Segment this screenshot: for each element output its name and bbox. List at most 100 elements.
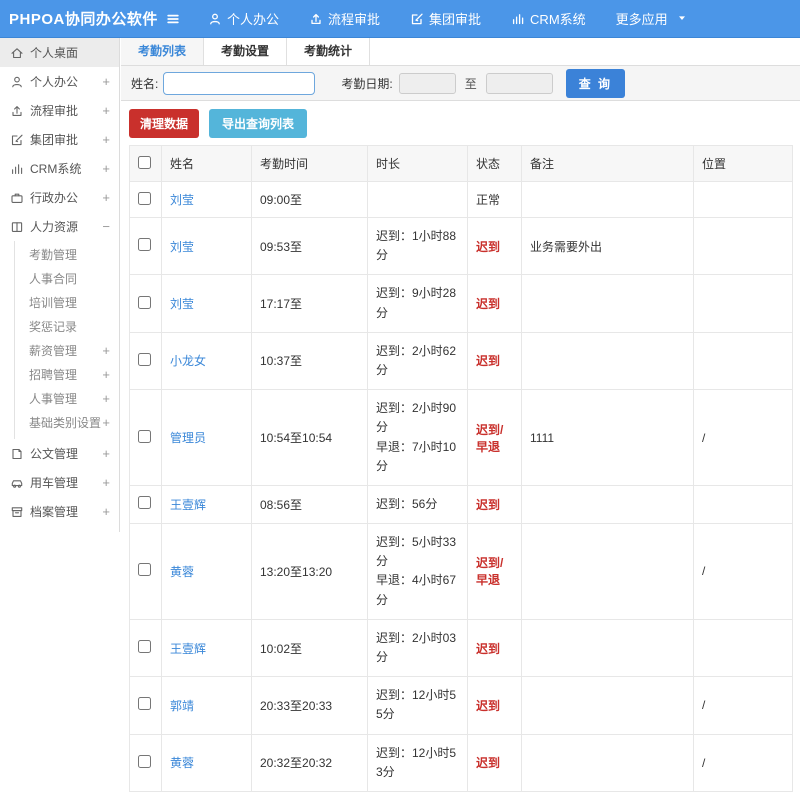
sidebar-subitem[interactable]: 人事合同: [15, 267, 119, 291]
select-all-checkbox[interactable]: [138, 156, 151, 169]
chart-icon: [10, 162, 24, 176]
sidebar-subitem[interactable]: 奖惩记录: [15, 315, 119, 339]
employee-name-link[interactable]: 黄蓉: [170, 565, 194, 579]
employee-name-link[interactable]: 小龙女: [170, 354, 206, 368]
sidebar-item[interactable]: 人力资源−: [0, 212, 119, 241]
sidebar-item[interactable]: 集团审批+: [0, 125, 119, 154]
remark-cell: [522, 275, 694, 332]
remark-cell: [522, 677, 694, 734]
row-checkbox[interactable]: [138, 296, 151, 309]
sidebar-item[interactable]: 行政办公+: [0, 183, 119, 212]
sidebar-item[interactable]: 用车管理+: [0, 468, 119, 497]
location-cell: /: [694, 734, 793, 791]
sidebar-item[interactable]: 档案管理+: [0, 497, 119, 526]
expand-plus-icon: +: [102, 504, 110, 519]
sidebar-subitem[interactable]: 培训管理: [15, 291, 119, 315]
sidebar-subitem[interactable]: 招聘管理+: [15, 363, 119, 387]
topnav-item[interactable]: CRM系统: [511, 9, 586, 28]
attendance-table: 姓名考勤时间时长状态备注位置 刘莹09:00至正常刘莹09:53至迟到：1小时8…: [129, 145, 793, 792]
tab-item[interactable]: 考勤统计: [287, 38, 370, 65]
employee-name-link[interactable]: 王壹辉: [170, 642, 206, 656]
name-filter-input[interactable]: [163, 72, 315, 95]
sidebar-item[interactable]: 项目管理+: [0, 526, 119, 532]
location-cell: /: [694, 390, 793, 486]
name-cell: 郭靖: [162, 677, 252, 734]
sidebar-subitem[interactable]: 人事管理+: [15, 387, 119, 411]
column-header: 状态: [468, 146, 522, 182]
row-checkbox[interactable]: [138, 697, 151, 710]
duration-cell: 迟到：2小时90分早退：7小时10分: [368, 390, 468, 486]
sidebar-item[interactable]: 个人桌面: [0, 38, 119, 67]
sidebar-subitem[interactable]: 薪资管理+: [15, 339, 119, 363]
expand-plus-icon: +: [102, 411, 110, 435]
name-cell: 王壹辉: [162, 485, 252, 523]
topnav-item[interactable]: 流程审批: [309, 9, 380, 28]
sidebar-item[interactable]: CRM系统+: [0, 154, 119, 183]
row-checkbox[interactable]: [138, 353, 151, 366]
caret-down-icon: [677, 11, 687, 26]
sidebar-subitem[interactable]: 考勤管理: [15, 243, 119, 267]
row-checkbox-cell: [130, 275, 162, 332]
employee-name-link[interactable]: 郭靖: [170, 699, 194, 713]
row-checkbox[interactable]: [138, 430, 151, 443]
employee-name-link[interactable]: 刘莹: [170, 297, 194, 311]
employee-name-link[interactable]: 王壹辉: [170, 498, 206, 512]
filter-bar: 姓名: 考勤日期: 至 查 询: [121, 66, 800, 101]
sidebar-subitem-label: 培训管理: [29, 296, 77, 310]
sidebar-subitem-label: 考勤管理: [29, 248, 77, 262]
sidebar-subitem[interactable]: 基础类别设置+: [15, 411, 119, 435]
employee-name-link[interactable]: 刘莹: [170, 240, 194, 254]
row-checkbox[interactable]: [138, 640, 151, 653]
query-button[interactable]: 查 询: [566, 69, 625, 98]
sidebar-item[interactable]: 公文管理+: [0, 439, 119, 468]
name-filter-label: 姓名:: [131, 75, 158, 92]
date-to-input[interactable]: [486, 73, 553, 94]
topnav-item-label: 个人办公: [227, 9, 279, 28]
employee-name-link[interactable]: 黄蓉: [170, 756, 194, 770]
expand-plus-icon: +: [102, 339, 110, 363]
table-header: 姓名考勤时间时长状态备注位置: [130, 146, 793, 182]
user-icon: [10, 75, 24, 89]
action-buttons: 清理数据 导出查询列表: [121, 101, 800, 145]
row-checkbox[interactable]: [138, 192, 151, 205]
table-row: 刘莹09:00至正常: [130, 182, 793, 218]
row-checkbox[interactable]: [138, 496, 151, 509]
row-checkbox[interactable]: [138, 563, 151, 576]
expand-plus-icon: +: [102, 132, 110, 147]
sidebar-item-label: 人力资源: [30, 218, 78, 235]
date-from-input[interactable]: [399, 73, 456, 94]
row-checkbox-cell: [130, 218, 162, 275]
clean-data-button[interactable]: 清理数据: [129, 109, 199, 138]
expand-plus-icon: +: [102, 103, 110, 118]
column-header: 位置: [694, 146, 793, 182]
status-cell: 迟到: [468, 734, 522, 791]
name-cell: 管理员: [162, 390, 252, 486]
remark-cell: [522, 332, 694, 389]
export-list-button[interactable]: 导出查询列表: [209, 109, 307, 138]
row-checkbox[interactable]: [138, 238, 151, 251]
duration-line: 迟到：12小时53分: [376, 744, 459, 782]
name-cell: 黄蓉: [162, 524, 252, 620]
tab-item[interactable]: 考勤设置: [204, 38, 287, 65]
sidebar-item[interactable]: 流程审批+: [0, 96, 119, 125]
menu-icon[interactable]: [160, 6, 186, 32]
topnav-item[interactable]: 集团审批: [410, 9, 481, 28]
sidebar-submenu: 考勤管理人事合同培训管理奖惩记录薪资管理+招聘管理+人事管理+基础类别设置+: [14, 241, 119, 439]
expand-plus-icon: +: [102, 363, 110, 387]
tab-active[interactable]: 考勤列表: [121, 38, 204, 65]
row-checkbox[interactable]: [138, 755, 151, 768]
topnav-item[interactable]: 更多应用: [616, 9, 687, 28]
sidebar-item[interactable]: 个人办公+: [0, 67, 119, 96]
employee-name-link[interactable]: 刘莹: [170, 193, 194, 207]
topnav-item[interactable]: 个人办公: [208, 9, 279, 28]
top-header: PHPOA协同办公软件 个人办公流程审批集团审批CRM系统更多应用: [0, 0, 800, 38]
topnav-item-label: 集团审批: [429, 9, 481, 28]
name-cell: 刘莹: [162, 275, 252, 332]
employee-name-link[interactable]: 管理员: [170, 431, 206, 445]
location-cell: [694, 619, 793, 676]
table-row: 王壹辉10:02至迟到：2小时03分迟到: [130, 619, 793, 676]
row-checkbox-cell: [130, 677, 162, 734]
duration-cell: [368, 182, 468, 218]
status-cell: 迟到: [468, 275, 522, 332]
home-icon: [10, 46, 24, 60]
